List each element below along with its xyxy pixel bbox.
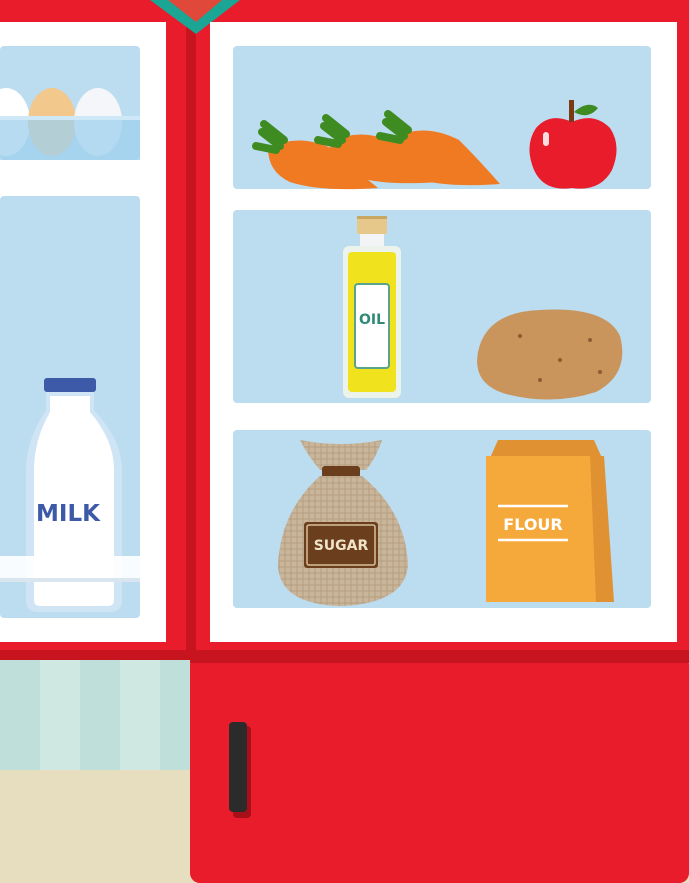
freezer-door-handle[interactable] (229, 722, 251, 818)
potato[interactable] (477, 309, 623, 400)
fridge-scene: MILK OIL SUGAR FLOUR (0, 0, 689, 883)
milk-label: MILK (36, 501, 101, 527)
flour-label: FLOUR (503, 515, 562, 534)
flour-bag[interactable]: FLOUR (486, 440, 614, 602)
sugar-label: SUGAR (314, 538, 369, 554)
oil-label: OIL (359, 312, 385, 328)
